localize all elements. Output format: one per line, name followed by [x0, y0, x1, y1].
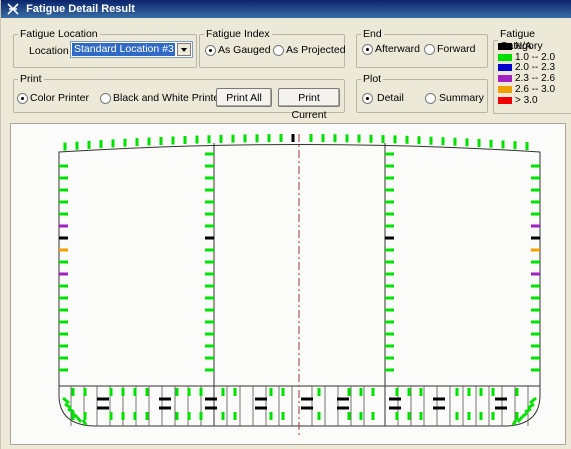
radio-color-printer-label[interactable]: Color Printer	[30, 92, 89, 104]
app-icon	[7, 3, 19, 15]
bilge-marker	[524, 407, 532, 414]
bilge-marker	[521, 411, 528, 419]
radio-forward-label[interactable]: Forward	[437, 43, 476, 55]
print-legend: Print	[20, 73, 42, 85]
radio-as-gauged-label[interactable]: As Gauged	[218, 44, 271, 56]
category-swatch	[498, 86, 512, 93]
category-swatch	[498, 43, 512, 50]
window-title: Fatigue Detail Result	[26, 3, 135, 15]
title-bar[interactable]: Fatigue Detail Result	[1, 0, 571, 18]
location-select-value: Standard Location #3	[72, 43, 175, 56]
fatigue-location-legend: Fatigue Location	[20, 28, 98, 40]
radio-bw-printer[interactable]	[100, 93, 111, 104]
print-current-button[interactable]: Print Current	[278, 88, 340, 121]
bilge-marker	[529, 396, 537, 405]
radio-as-projected[interactable]	[273, 45, 284, 56]
fatigue-index-legend: Fatigue Index	[206, 28, 270, 40]
radio-as-projected-label[interactable]: As Projected	[286, 44, 346, 56]
fatigue-detail-window: Fatigue Detail Result Fatigue Location L…	[0, 0, 571, 449]
chevron-down-icon[interactable]	[177, 43, 191, 56]
bilge-marker	[62, 396, 70, 405]
bilge-marker	[527, 402, 535, 410]
location-label: Location	[29, 45, 69, 57]
radio-as-gauged[interactable]	[205, 45, 216, 56]
radio-detail-label[interactable]: Detail	[377, 92, 404, 104]
radio-color-printer[interactable]	[17, 93, 28, 104]
category-label: 2.0 -- 2.3	[515, 62, 556, 73]
radio-summary-label[interactable]: Summary	[439, 92, 484, 104]
category-swatch	[498, 54, 512, 61]
hull-section-drawing	[58, 134, 541, 436]
bilge-marker	[67, 407, 75, 414]
category-swatch	[498, 97, 512, 104]
radio-bw-printer-label[interactable]: Black and White Printer	[113, 92, 223, 104]
radio-afterward[interactable]	[362, 44, 373, 55]
category-swatch	[498, 75, 512, 82]
radio-summary[interactable]	[425, 93, 436, 104]
category-swatch	[498, 64, 512, 71]
radio-afterward-label[interactable]: Afterward	[375, 43, 420, 55]
plot-legend: Plot	[363, 73, 382, 85]
bilge-marker	[64, 402, 72, 410]
radio-forward[interactable]	[424, 44, 435, 55]
category-label: 2.6 -- 3.0	[515, 84, 556, 95]
bilge-marker	[81, 419, 88, 426]
print-all-button[interactable]: Print All	[216, 88, 272, 107]
bilge-marker	[516, 416, 524, 423]
category-label: N/A	[515, 41, 532, 52]
location-select[interactable]: Standard Location #3	[70, 41, 193, 58]
plot-area	[10, 123, 566, 445]
radio-detail[interactable]	[362, 93, 373, 104]
end-legend: End	[363, 28, 382, 40]
category-label: 2.3 -- 2.6	[515, 73, 556, 84]
bilge-marker	[75, 416, 83, 423]
bilge-marker	[511, 419, 518, 426]
category-label: > 3.0	[515, 95, 538, 106]
